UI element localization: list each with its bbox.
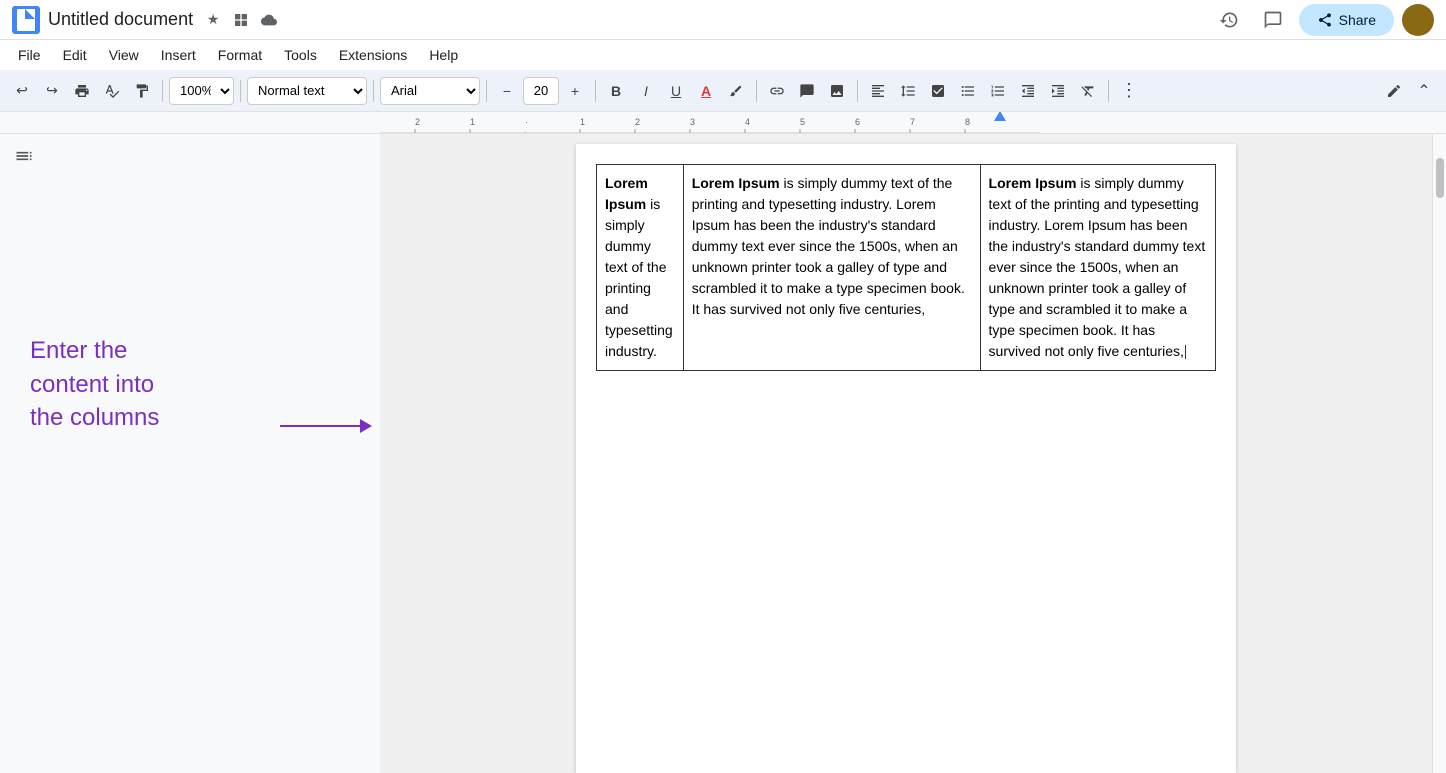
svg-text:6: 6 — [855, 117, 860, 127]
print-button[interactable] — [68, 77, 96, 105]
redo-button[interactable]: ↪ — [38, 77, 66, 105]
user-avatar[interactable] — [1402, 4, 1434, 36]
columns-table: Lorem Ipsum is simply dummy text of the … — [596, 164, 1216, 371]
menu-edit[interactable]: Edit — [53, 43, 97, 67]
insert-image-button[interactable] — [823, 77, 851, 105]
title-actions: Share — [1211, 2, 1434, 38]
insert-link-button[interactable] — [763, 77, 791, 105]
col3-text: is simply dummy text of the printing and… — [989, 175, 1206, 359]
menu-file[interactable]: File — [8, 43, 51, 67]
align-button[interactable] — [864, 77, 892, 105]
main-content: Enter the content into the columns Lorem… — [0, 134, 1446, 773]
text-cursor — [1185, 345, 1186, 359]
left-panel: Enter the content into the columns — [0, 134, 380, 773]
separator-6 — [756, 80, 757, 102]
highlight-button[interactable] — [722, 77, 750, 105]
cloud-save-icon[interactable] — [257, 8, 281, 32]
checklist-button[interactable] — [924, 77, 952, 105]
title-icons: ★ — [201, 8, 281, 32]
paragraph-style-select[interactable]: Normal text Heading 1 Heading 2 — [247, 77, 367, 105]
svg-text:3: 3 — [690, 117, 695, 127]
separator-5 — [595, 80, 596, 102]
outline-icon[interactable] — [14, 146, 34, 171]
right-panel — [1432, 134, 1446, 773]
annotation: Enter the content into the columns — [30, 334, 310, 435]
bullet-list-button[interactable] — [954, 77, 982, 105]
document-area[interactable]: Lorem Ipsum is simply dummy text of the … — [380, 134, 1432, 773]
star-icon[interactable]: ★ — [201, 8, 225, 32]
table-cell-3[interactable]: Lorem Ipsum is simply dummy text of the … — [980, 165, 1215, 371]
comments-button[interactable] — [1255, 2, 1291, 38]
decrease-font-button[interactable]: − — [493, 77, 521, 105]
toolbar: ↩ ↪ 100% 75% 150% Normal text Heading 1 … — [0, 70, 1446, 112]
separator-7 — [857, 80, 858, 102]
arrow-head — [360, 419, 372, 433]
paint-format-button[interactable] — [128, 77, 156, 105]
separator-3 — [373, 80, 374, 102]
svg-text:2: 2 — [415, 117, 420, 127]
table-cell-1[interactable]: Lorem Ipsum is simply dummy text of the … — [597, 165, 684, 371]
italic-button[interactable]: I — [632, 77, 660, 105]
separator-8 — [1108, 80, 1109, 102]
history-button[interactable] — [1211, 2, 1247, 38]
ruler-content: 2 1 · 1 2 3 4 5 6 7 8 — [380, 112, 1040, 133]
menu-help[interactable]: Help — [419, 43, 468, 67]
decrease-indent-button[interactable] — [1014, 77, 1042, 105]
separator-2 — [240, 80, 241, 102]
menu-format[interactable]: Format — [208, 43, 272, 67]
insert-comment-button[interactable] — [793, 77, 821, 105]
svg-text:2: 2 — [635, 117, 640, 127]
underline-button[interactable]: U — [662, 77, 690, 105]
share-button[interactable]: Share — [1299, 4, 1394, 36]
col2-bold: Lorem Ipsum — [692, 175, 780, 191]
google-docs-icon — [12, 6, 40, 34]
svg-text:1: 1 — [580, 117, 585, 127]
scrollbar-thumb[interactable] — [1436, 158, 1444, 198]
text-color-button[interactable]: A — [692, 77, 720, 105]
line-spacing-button[interactable] — [894, 77, 922, 105]
ruler: 2 1 · 1 2 3 4 5 6 7 8 — [0, 112, 1446, 134]
menu-view[interactable]: View — [99, 43, 149, 67]
arrow-line — [280, 425, 360, 427]
col1-text: is simply dummy text of the printing and… — [605, 196, 673, 359]
col2-text: is simply dummy text of the printing and… — [692, 175, 965, 317]
menu-bar: File Edit View Insert Format Tools Exten… — [0, 40, 1446, 70]
col1-bold: Lorem Ipsum — [605, 175, 648, 212]
document-title[interactable]: Untitled document — [48, 9, 193, 30]
document-page: Lorem Ipsum is simply dummy text of the … — [576, 144, 1236, 773]
svg-text:8: 8 — [965, 117, 970, 127]
more-options-button[interactable]: ⋮ — [1115, 77, 1143, 105]
zoom-select[interactable]: 100% 75% 150% — [169, 77, 234, 105]
svg-text:4: 4 — [745, 117, 750, 127]
table-cell-2[interactable]: Lorem Ipsum is simply dummy text of the … — [683, 165, 980, 371]
svg-text:·: · — [525, 117, 528, 127]
drive-icon[interactable] — [229, 8, 253, 32]
increase-font-button[interactable]: + — [561, 77, 589, 105]
menu-insert[interactable]: Insert — [151, 43, 206, 67]
spellcheck-button[interactable] — [98, 77, 126, 105]
table-row: Lorem Ipsum is simply dummy text of the … — [597, 165, 1216, 371]
numbered-list-button[interactable] — [984, 77, 1012, 105]
share-label: Share — [1339, 12, 1376, 28]
undo-button[interactable]: ↩ — [8, 77, 36, 105]
clear-formatting-button[interactable] — [1074, 77, 1102, 105]
font-size-box[interactable]: 20 — [523, 77, 559, 105]
separator-1 — [162, 80, 163, 102]
menu-tools[interactable]: Tools — [274, 43, 327, 67]
increase-indent-button[interactable] — [1044, 77, 1072, 105]
pencil-mode-button[interactable] — [1380, 77, 1408, 105]
title-bar: Untitled document ★ Share — [0, 0, 1446, 40]
annotation-arrow — [280, 419, 372, 433]
font-select[interactable]: Arial Times New Roman Verdana — [380, 77, 480, 105]
expand-button[interactable]: ⌃ — [1410, 77, 1438, 105]
col3-bold: Lorem Ipsum — [989, 175, 1077, 191]
annotation-text: Enter the content into the columns — [30, 334, 310, 435]
svg-text:5: 5 — [800, 117, 805, 127]
bold-button[interactable]: B — [602, 77, 630, 105]
svg-text:1: 1 — [470, 117, 475, 127]
separator-4 — [486, 80, 487, 102]
svg-text:7: 7 — [910, 117, 915, 127]
menu-extensions[interactable]: Extensions — [329, 43, 417, 67]
